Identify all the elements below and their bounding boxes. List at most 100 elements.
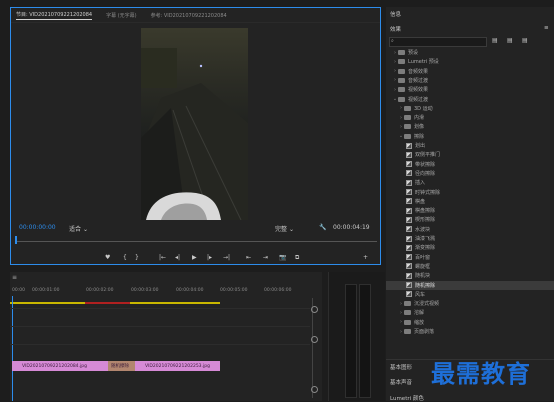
timeline-menu-icon[interactable]: ≡ xyxy=(12,274,17,281)
effects-folder[interactable]: › 划像 xyxy=(386,122,554,131)
mark-out-button[interactable]: } xyxy=(135,254,139,261)
transition-icon xyxy=(406,189,412,195)
timeline-scrollbar[interactable] xyxy=(311,298,318,398)
transition-icon xyxy=(406,272,412,279)
effect-item[interactable]: 油漆飞溅 xyxy=(386,234,554,243)
transition-label: 随机擦除 xyxy=(111,364,129,369)
timeline-playhead[interactable] xyxy=(12,296,13,401)
step-back-button[interactable]: ◂| xyxy=(175,254,180,261)
marker-button[interactable]: ♥ xyxy=(105,254,110,261)
effects-folder[interactable]: › 页面剥落 xyxy=(386,327,554,336)
transition-icon xyxy=(406,198,412,205)
go-to-out-button[interactable]: →| xyxy=(223,254,230,261)
effect-item[interactable]: 风车 xyxy=(386,290,554,299)
effects-folder[interactable]: › 缩放 xyxy=(386,318,554,327)
search-icon: ⌕ xyxy=(391,38,394,44)
playhead-marker[interactable] xyxy=(15,236,17,244)
item-label: 溶解 xyxy=(414,310,425,317)
item-label: 水波块 xyxy=(415,226,431,233)
mark-in-button[interactable]: { xyxy=(123,254,127,261)
tab-reference[interactable]: 参考: VID20210709221202084 xyxy=(151,12,227,19)
item-label: 随机块 xyxy=(415,273,431,280)
wrench-icon[interactable]: 🔧 xyxy=(319,224,326,231)
current-timecode[interactable]: 00:00:00:00 xyxy=(19,224,56,231)
effect-item[interactable]: 棋盘擦除 xyxy=(386,206,554,215)
item-label: 沉浸式视频 xyxy=(414,301,440,308)
meter-left xyxy=(345,284,357,398)
item-label: 音频过渡 xyxy=(408,77,429,84)
effects-folder[interactable]: › 3D 运动 xyxy=(386,104,554,113)
effect-item[interactable]: 带状擦除 xyxy=(386,160,554,169)
item-label: 渐变擦除 xyxy=(415,245,436,252)
yuv-effects-icon[interactable]: ▤ xyxy=(522,37,528,44)
scroll-handle-mid[interactable] xyxy=(311,336,318,343)
transition-icon xyxy=(406,179,412,186)
extract-button[interactable]: ⇥ xyxy=(263,254,268,261)
effects-folder[interactable]: › 音频过渡 xyxy=(386,76,554,85)
folder-icon xyxy=(404,301,411,307)
transition-icon xyxy=(406,244,412,251)
effects-folder[interactable]: ⌄ 擦除 xyxy=(386,132,554,141)
item-label: 3D 运动 xyxy=(414,105,433,112)
section-essential-sound[interactable]: 基本声音 xyxy=(390,378,412,386)
section-essential-graphics[interactable]: 基本图形 xyxy=(390,363,412,371)
export-frame-button[interactable]: 📷 xyxy=(279,254,286,261)
effects-folder[interactable]: › 沉浸式视频 xyxy=(386,299,554,308)
fit-dropdown[interactable]: 适合 ⌄ xyxy=(69,224,88,233)
scroll-handle-bottom[interactable] xyxy=(311,386,318,393)
effects-folder[interactable]: ⌄ 视频过渡 xyxy=(386,95,554,104)
effect-item[interactable]: 楔形擦除 xyxy=(386,215,554,224)
effects-folder[interactable]: › 视频效果 xyxy=(386,85,554,94)
effect-item[interactable]: 划出 xyxy=(386,141,554,150)
ruler-label: 00:00:03:00 xyxy=(131,288,159,293)
effects-folder[interactable]: › 溶解 xyxy=(386,308,554,317)
add-button[interactable]: + xyxy=(363,254,368,261)
clip-1[interactable]: VID20210709221202084.jpg xyxy=(12,361,108,371)
transition-icon xyxy=(406,282,412,288)
step-forward-button[interactable]: |▸ xyxy=(207,254,212,261)
tab-captions[interactable]: 字幕 (无字幕) xyxy=(106,12,137,19)
transition-icon xyxy=(406,235,412,242)
effect-item[interactable]: 径向擦除 xyxy=(386,169,554,178)
effect-item[interactable]: 插入 xyxy=(386,178,554,187)
effect-item[interactable]: 随机块 xyxy=(386,271,554,280)
effect-item[interactable]: 时钟式擦除 xyxy=(386,188,554,197)
folder-icon xyxy=(398,68,405,74)
folder-icon xyxy=(404,105,411,111)
item-label: 棋盘 xyxy=(415,198,426,205)
play-button[interactable]: ▶ xyxy=(192,254,197,261)
effect-item[interactable]: 棋盘 xyxy=(386,197,554,206)
effect-item[interactable]: 螺旋框 xyxy=(386,262,554,271)
effects-folder[interactable]: › Lumetri 预设 xyxy=(386,57,554,66)
info-tab[interactable]: 信息 xyxy=(390,10,401,18)
transition-icon xyxy=(406,161,412,168)
search-input[interactable]: ⌕ xyxy=(389,37,487,47)
item-label: 缩放 xyxy=(414,319,425,326)
transition-clip[interactable]: 随机擦除 xyxy=(108,361,135,371)
scroll-handle-top[interactable] xyxy=(311,306,318,313)
quality-dropdown[interactable]: 完整 ⌄ xyxy=(275,224,294,233)
panel-menu-icon[interactable]: ≡ xyxy=(544,25,549,31)
effect-item[interactable]: 百叶窗 xyxy=(386,253,554,262)
lift-button[interactable]: ⇤ xyxy=(246,254,251,261)
fit-value: 适合 xyxy=(69,226,82,233)
effects-folder[interactable]: › 预设 xyxy=(386,48,554,57)
effect-item[interactable]: 渐变擦除 xyxy=(386,243,554,252)
playhead-ruler[interactable] xyxy=(15,236,377,244)
effects-folder[interactable]: › 音频效果 xyxy=(386,67,554,76)
effect-item[interactable]: 双侧平推门 xyxy=(386,150,554,159)
effect-item[interactable]: 水波块 xyxy=(386,225,554,234)
transition-icon xyxy=(406,216,412,223)
go-to-in-button[interactable]: |← xyxy=(159,254,166,261)
compare-button[interactable]: ⧉ xyxy=(295,254,299,262)
clip-2[interactable]: VID20210709221202253.jpg xyxy=(135,361,220,371)
effects-folder[interactable]: › 内滑 xyxy=(386,113,554,122)
ruler-label: 00:00:01:00 xyxy=(32,288,60,293)
effect-item[interactable]: 随机擦除 xyxy=(386,280,554,290)
folder-icon xyxy=(404,319,411,325)
folder-icon xyxy=(404,329,411,334)
street-night-image xyxy=(141,48,248,220)
tab-program[interactable]: 节目: VID20210709221202084 xyxy=(16,11,93,20)
accelerated-effects-icon[interactable]: ▤ xyxy=(492,37,498,44)
32bit-effects-icon[interactable]: ▤ xyxy=(507,37,513,44)
